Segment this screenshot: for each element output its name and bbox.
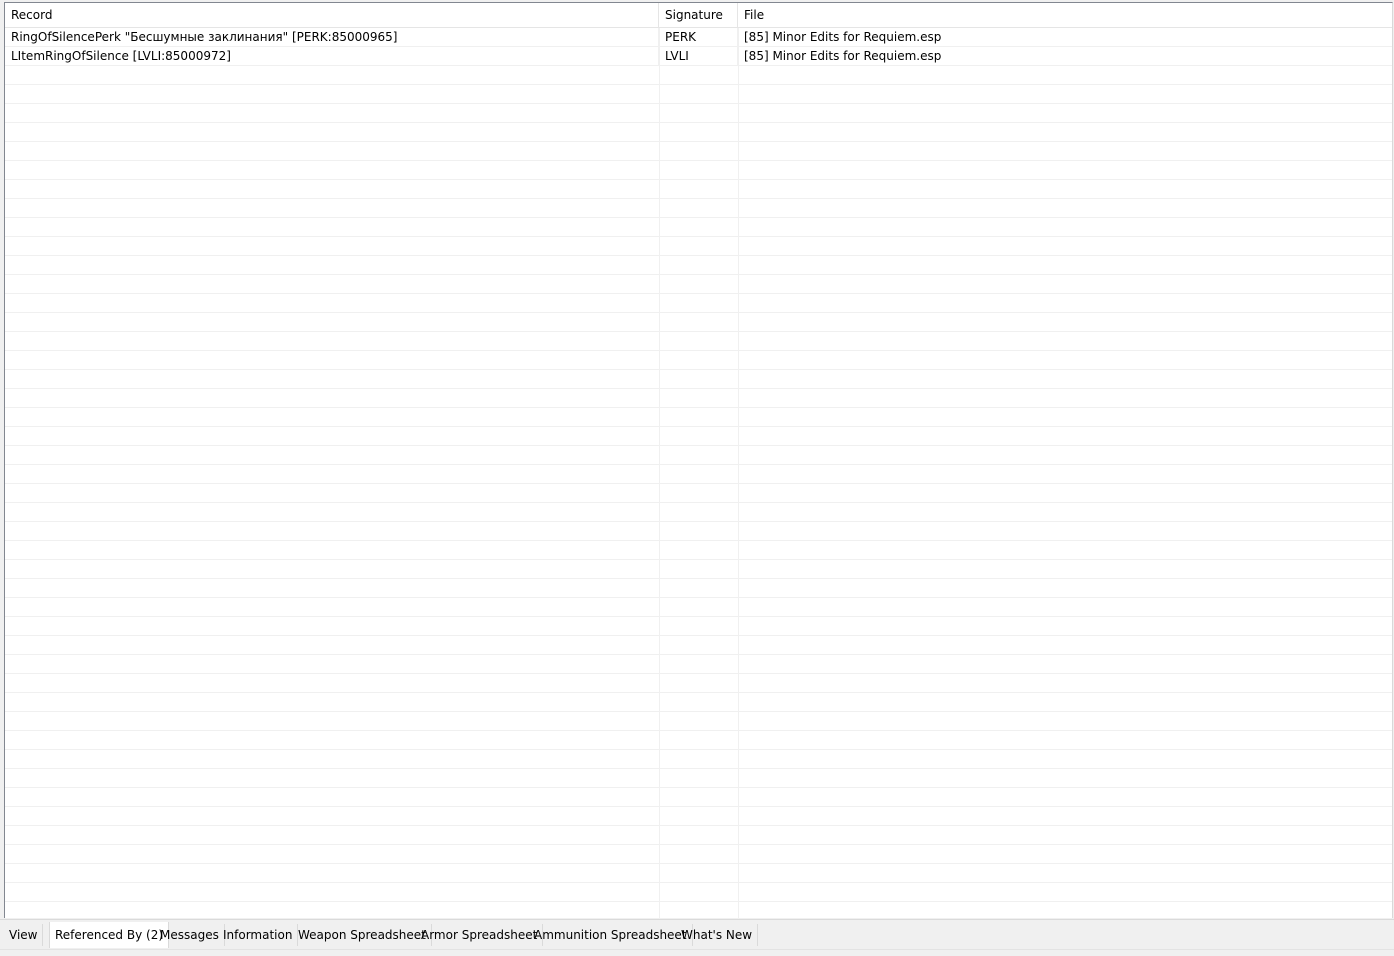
empty-row: [5, 750, 1392, 769]
referenced-by-panel: Record Signature File RingOfSilencePerk …: [0, 0, 1394, 956]
empty-row: [5, 275, 1392, 294]
empty-row: [5, 560, 1392, 579]
empty-row: [5, 484, 1392, 503]
empty-row: [5, 313, 1392, 332]
table-row[interactable]: LItemRingOfSilence [LVLI:85000972] LVLI …: [5, 47, 1392, 66]
empty-row: [5, 389, 1392, 408]
empty-row: [5, 826, 1392, 845]
tab-ammunition-spreadsheet[interactable]: Ammunition Spreadsheet: [529, 924, 693, 946]
empty-row: [5, 541, 1392, 560]
tab-messages[interactable]: Messages: [155, 924, 225, 946]
record-cell: LItemRingOfSilence [LVLI:85000972]: [5, 47, 659, 65]
column-header-signature[interactable]: Signature: [659, 3, 738, 27]
empty-row: [5, 769, 1392, 788]
empty-row: [5, 503, 1392, 522]
table-row[interactable]: RingOfSilencePerk "Бесшумные заклинания"…: [5, 28, 1392, 47]
empty-row: [5, 294, 1392, 313]
grid-header: Record Signature File: [5, 3, 1392, 28]
empty-row: [5, 199, 1392, 218]
empty-row: [5, 332, 1392, 351]
empty-row: [5, 123, 1392, 142]
empty-row: [5, 636, 1392, 655]
empty-row: [5, 237, 1392, 256]
empty-row: [5, 598, 1392, 617]
empty-row: [5, 731, 1392, 750]
empty-row: [5, 883, 1392, 902]
empty-row: [5, 256, 1392, 275]
empty-row: [5, 161, 1392, 180]
empty-row: [5, 674, 1392, 693]
empty-row: [5, 85, 1392, 104]
grid-rows: RingOfSilencePerk "Бесшумные заклинания"…: [5, 28, 1392, 918]
file-cell: [85] Minor Edits for Requiem.esp: [744, 30, 942, 44]
column-header-record[interactable]: Record: [5, 3, 659, 27]
referenced-by-grid[interactable]: Record Signature File RingOfSilencePerk …: [4, 2, 1393, 918]
empty-row: [5, 788, 1392, 807]
empty-row: [5, 66, 1392, 85]
empty-row: [5, 427, 1392, 446]
tab-referenced-by[interactable]: Referenced By (2): [49, 922, 170, 948]
tab-information[interactable]: Information: [218, 924, 299, 946]
empty-row: [5, 446, 1392, 465]
tab-view[interactable]: View: [4, 924, 44, 946]
empty-row: [5, 712, 1392, 731]
record-cell: RingOfSilencePerk "Бесшумные заклинания"…: [5, 28, 659, 46]
file-cell: [85] Minor Edits for Requiem.esp: [744, 49, 942, 63]
empty-row: [5, 807, 1392, 826]
signature-cell: PERK: [659, 28, 738, 46]
empty-row: [5, 579, 1392, 598]
empty-row: [5, 655, 1392, 674]
tab-weapon-spreadsheet[interactable]: Weapon Spreadsheet: [293, 924, 432, 946]
empty-row: [5, 693, 1392, 712]
empty-row: [5, 845, 1392, 864]
tab-whats-new[interactable]: What's New: [676, 924, 759, 946]
empty-row: [5, 522, 1392, 541]
empty-row: [5, 864, 1392, 883]
signature-cell: LVLI: [659, 47, 738, 65]
column-header-file[interactable]: File: [738, 3, 1392, 27]
empty-row: [5, 617, 1392, 636]
empty-row: [5, 370, 1392, 389]
tab-armor-spreadsheet[interactable]: Armor Spreadsheet: [416, 924, 544, 946]
empty-row: [5, 351, 1392, 370]
empty-row: [5, 218, 1392, 237]
empty-row: [5, 408, 1392, 427]
empty-row: [5, 180, 1392, 199]
bottom-tab-bar: View Referenced By (2) Messages Informat…: [0, 919, 1394, 950]
empty-row: [5, 465, 1392, 484]
empty-row: [5, 142, 1392, 161]
empty-row: [5, 104, 1392, 123]
